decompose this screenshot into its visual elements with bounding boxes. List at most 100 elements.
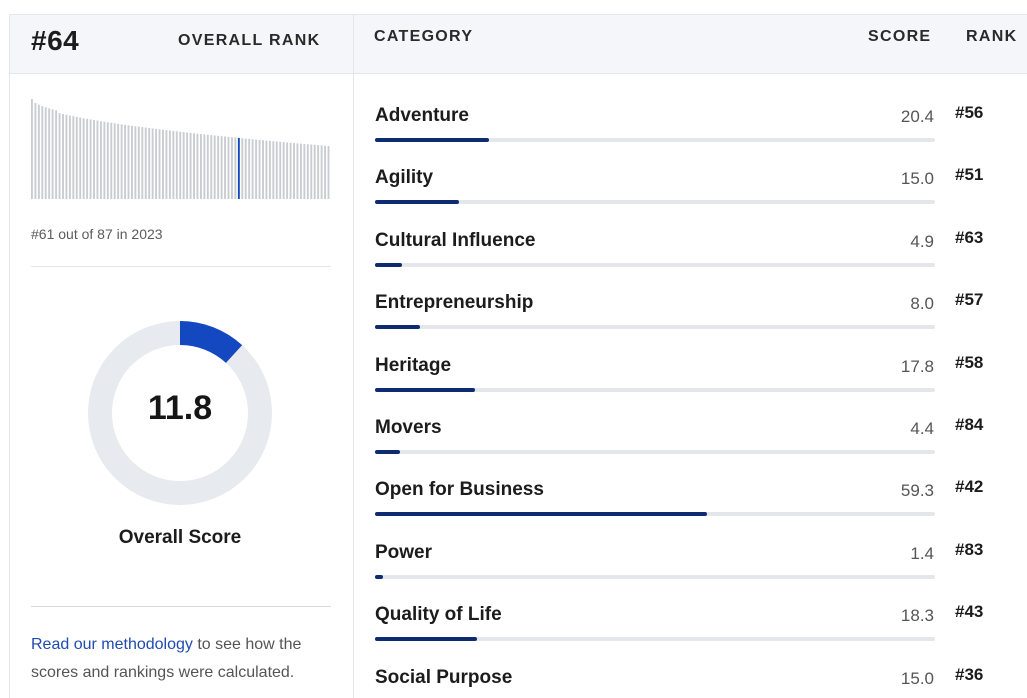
history-bar bbox=[144, 127, 147, 199]
history-bar bbox=[224, 136, 226, 199]
column-header-rank: RANK bbox=[966, 28, 1018, 45]
history-bar bbox=[168, 130, 171, 199]
history-bar bbox=[41, 106, 44, 199]
rank-history-chart bbox=[31, 99, 330, 199]
category-score: 1.4 bbox=[910, 543, 934, 563]
history-bar bbox=[310, 144, 313, 199]
history-bar bbox=[34, 102, 37, 199]
history-bar bbox=[131, 125, 133, 199]
category-row: Movers 4.4 #84 bbox=[354, 381, 1027, 454]
history-bar bbox=[320, 145, 323, 199]
history-bar bbox=[165, 130, 168, 199]
history-bar bbox=[251, 139, 254, 199]
history-bar bbox=[127, 125, 130, 199]
ranking-page: #64 OVERALL RANK #61 out of 87 in 2023 1… bbox=[0, 0, 1027, 698]
history-bar bbox=[193, 133, 195, 199]
history-bar bbox=[213, 135, 216, 199]
history-bar bbox=[103, 121, 106, 199]
history-bar bbox=[234, 137, 237, 199]
methodology-link[interactable]: Read our methodology bbox=[31, 636, 193, 653]
category-score: 15.0 bbox=[900, 668, 934, 688]
history-bar bbox=[93, 120, 95, 199]
category-row: Power 1.4 #83 bbox=[354, 506, 1027, 579]
category-name: Movers bbox=[375, 417, 442, 438]
column-header-category: CATEGORY bbox=[374, 28, 474, 45]
category-table: Adventure 20.4 #56 Agility 15.0 #51 Cult… bbox=[353, 73, 1027, 698]
history-bar bbox=[327, 146, 330, 199]
history-bar bbox=[293, 143, 295, 199]
category-row: Open for Business 59.3 #42 bbox=[354, 443, 1027, 517]
divider bbox=[31, 606, 331, 607]
history-bar bbox=[55, 110, 58, 199]
history-bar bbox=[82, 118, 85, 199]
category-rank: #51 bbox=[955, 165, 984, 185]
history-bar bbox=[255, 139, 258, 199]
history-bar bbox=[148, 128, 151, 199]
history-bar bbox=[124, 124, 126, 199]
history-bar bbox=[179, 131, 182, 199]
history-bar bbox=[151, 128, 154, 199]
category-row: Cultural Influence 4.9 #63 bbox=[354, 194, 1027, 267]
category-score: 4.4 bbox=[910, 419, 934, 438]
history-bar bbox=[106, 122, 109, 199]
history-bar bbox=[306, 144, 309, 199]
history-bar bbox=[220, 136, 223, 199]
history-bar bbox=[113, 123, 116, 199]
category-score: 15.0 bbox=[900, 169, 934, 189]
category-rank: #63 bbox=[955, 227, 984, 247]
history-bar bbox=[286, 142, 289, 199]
history-bar bbox=[48, 108, 51, 199]
category-rank: #36 bbox=[955, 664, 984, 684]
category-rank: #43 bbox=[955, 602, 984, 622]
category-table-header: CATEGORY SCORE RANK bbox=[353, 14, 1027, 74]
history-bar-highlight bbox=[237, 137, 240, 199]
divider bbox=[31, 266, 331, 267]
overall-rank-value: #64 bbox=[31, 25, 80, 56]
history-bar bbox=[227, 136, 230, 199]
category-rank: #42 bbox=[955, 477, 984, 497]
history-bar bbox=[58, 113, 61, 199]
category-rank: #57 bbox=[955, 290, 984, 310]
history-bar bbox=[134, 126, 137, 199]
history-bar bbox=[186, 132, 189, 199]
category-row: Quality of Life 18.3 #43 bbox=[354, 568, 1027, 642]
history-bar bbox=[141, 127, 144, 199]
history-bar bbox=[210, 135, 213, 199]
category-rank: #58 bbox=[955, 352, 984, 372]
category-score: 8.0 bbox=[910, 294, 934, 314]
category-row: Adventure 20.4 #56 bbox=[354, 69, 1027, 142]
history-bar bbox=[72, 116, 75, 199]
category-row: Agility 15.0 #51 bbox=[354, 131, 1027, 205]
column-header-score: SCORE bbox=[868, 28, 932, 45]
history-bar bbox=[51, 109, 54, 199]
history-bar bbox=[44, 107, 47, 199]
history-bar bbox=[99, 121, 102, 199]
history-bar bbox=[65, 114, 68, 199]
history-bar bbox=[324, 145, 326, 199]
history-bar bbox=[86, 118, 89, 199]
history-bar bbox=[275, 141, 278, 199]
history-bar bbox=[31, 99, 33, 199]
history-bar bbox=[258, 139, 261, 199]
category-rank: #56 bbox=[955, 103, 984, 122]
history-bar bbox=[68, 115, 71, 199]
category-score: 17.8 bbox=[900, 356, 934, 376]
history-bar bbox=[279, 141, 282, 199]
history-bar bbox=[282, 142, 285, 199]
history-bar bbox=[189, 132, 192, 199]
history-bar bbox=[317, 145, 320, 199]
overall-score-label: Overall Score bbox=[118, 527, 242, 548]
history-bar bbox=[244, 138, 247, 199]
overall-score-value: 11.8 bbox=[147, 389, 213, 427]
category-score: 4.9 bbox=[910, 231, 934, 251]
history-bar bbox=[162, 129, 164, 199]
category-row: Heritage 17.8 #58 bbox=[354, 319, 1027, 392]
category-name: Quality of Life bbox=[375, 604, 502, 626]
category-name: Entrepreneurship bbox=[375, 292, 534, 314]
history-bar bbox=[217, 135, 220, 199]
category-score: 18.3 bbox=[900, 606, 934, 626]
history-bar bbox=[172, 130, 175, 199]
history-bar bbox=[158, 129, 161, 199]
history-bar bbox=[75, 116, 78, 199]
category-name: Agility bbox=[375, 167, 434, 189]
